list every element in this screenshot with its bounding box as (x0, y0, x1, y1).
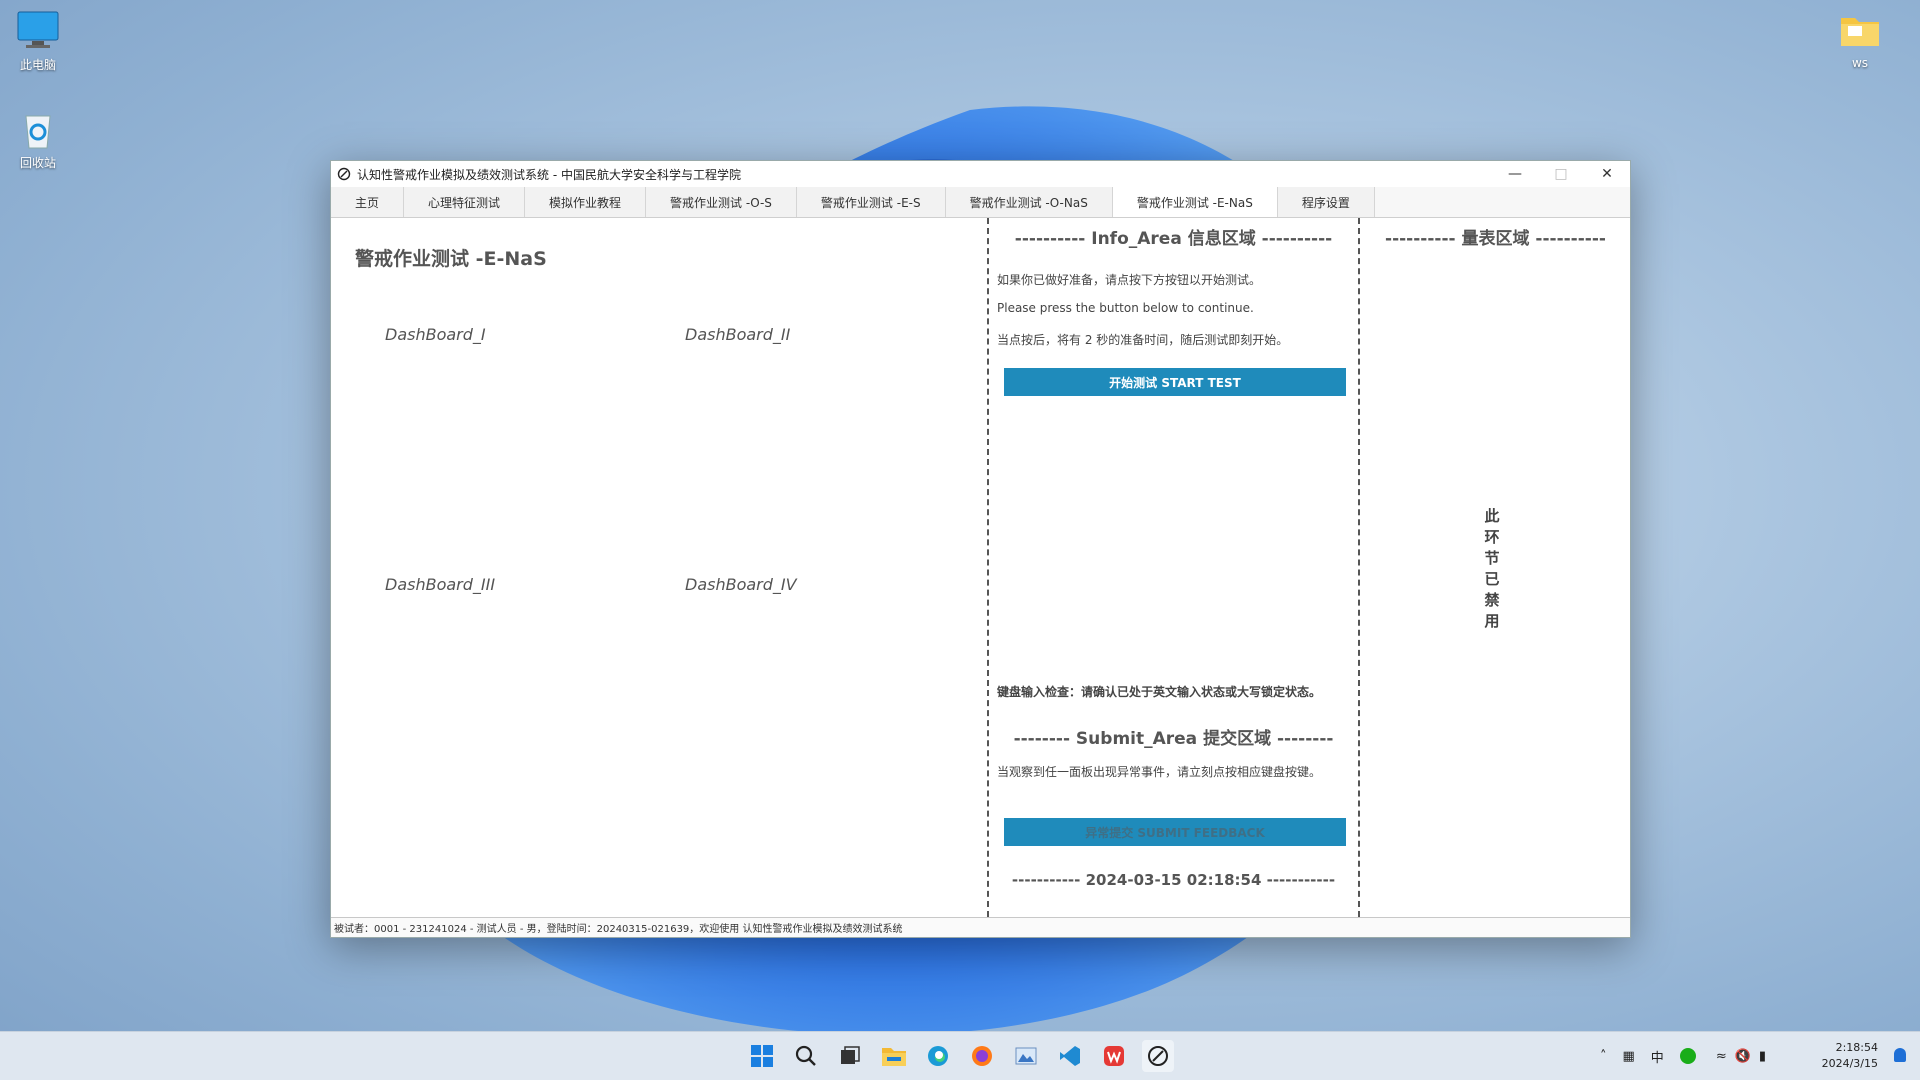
wechat-icon[interactable] (1679, 1048, 1696, 1064)
start-test-button[interactable]: 开始测试 START TEST (1004, 368, 1346, 396)
volume-muted-icon[interactable]: 🔇 (1735, 1049, 1751, 1064)
notification-bell-icon[interactable] (1894, 1048, 1906, 1062)
desktop-icon-label: 此电脑 (19, 58, 56, 72)
clock-time: 2:18:54 (1835, 1041, 1878, 1054)
tab-settings[interactable]: 程序设置 (1277, 187, 1375, 217)
info-line-1: 如果你已做好准备，请点按下方按钮以开始测试。 (997, 273, 1262, 287)
dashboard-4: DashBoard_IV (685, 575, 797, 594)
submit-instruction: 当观察到任一面板出现异常事件，请立刻点按相应键盘按键。 (997, 765, 1322, 779)
file-explorer-icon[interactable] (878, 1040, 910, 1072)
tab-e-s[interactable]: 警戒作业测试 -E-S (796, 187, 946, 217)
info-area: ---------- Info_Area 信息区域 ---------- 如果你… (987, 218, 1360, 917)
keyboard-check-text: 键盘输入检查：请确认已处于英文输入状态或大写锁定状态。 (997, 685, 1322, 699)
page-title: 警戒作业测试 -E-NaS (355, 248, 547, 270)
dashboard-3: DashBoard_III (385, 575, 496, 594)
input-indicator-icon[interactable]: ▦ (1623, 1049, 1635, 1064)
status-bar: 被试者：0001 - 231241024 - 测试人员 - 男，登陆时间：202… (331, 917, 1630, 937)
info-header: ---------- Info_Area 信息区域 ---------- (1014, 229, 1333, 249)
app-icon (337, 167, 351, 181)
maximize-icon[interactable]: □ (1538, 161, 1584, 187)
task-view-icon[interactable] (834, 1040, 866, 1072)
desktop-icon-this-pc[interactable]: 此电脑 (3, 8, 73, 73)
tab-o-s[interactable]: 警戒作业测试 -O-S (646, 187, 797, 217)
content-area: 警戒作业测试 -E-NaS DashBoard_I DashBoard_II D… (331, 218, 1630, 917)
disabled-notice: 此 环 节 已 禁 用 (1482, 506, 1502, 632)
desktop-icon-recycle-bin[interactable]: 回收站 (3, 106, 73, 171)
close-icon[interactable]: ✕ (1584, 161, 1630, 187)
monitor-icon (16, 8, 60, 52)
submit-header: -------- Submit_Area 提交区域 -------- (1013, 729, 1334, 749)
taskbar: ˄ ▦ 中 ≈ 🔇 ▮ 2:18:54 2024/3/15 (0, 1031, 1920, 1080)
vscode-icon[interactable] (1054, 1040, 1086, 1072)
info-line-2: Please press the button below to continu… (997, 301, 1254, 315)
app-window: 认知性警戒作业模拟及绩效测试系统 - 中国民航大学安全科学与工程学院 — □ ✕… (330, 160, 1631, 938)
desktop-icon-ws-folder[interactable]: ws (1825, 8, 1895, 70)
dashboard-area: 警戒作业测试 -E-NaS DashBoard_I DashBoard_II D… (331, 218, 986, 917)
system-tray: ˄ ▦ 中 ≈ 🔇 ▮ (1600, 1032, 1766, 1080)
dashboard-2: DashBoard_II (685, 325, 791, 344)
datetime-line: ----------- 2024-03-15 02:18:54 --------… (1011, 871, 1336, 889)
battery-icon[interactable]: ▮ (1759, 1049, 1766, 1064)
edge-icon[interactable] (922, 1040, 954, 1072)
start-icon[interactable] (746, 1040, 778, 1072)
info-line-3: 当点按后，将有 2 秒的准备时间，随后测试即刻开始。 (997, 333, 1289, 347)
clock-date: 2024/3/15 (1821, 1057, 1878, 1070)
chevron-up-icon[interactable]: ˄ (1600, 1049, 1607, 1064)
firefox-icon[interactable] (966, 1040, 998, 1072)
scale-area: ---------- 量表区域 ---------- 此 环 节 已 禁 用 (1362, 218, 1630, 917)
wps-icon[interactable] (1098, 1040, 1130, 1072)
search-icon[interactable] (790, 1040, 822, 1072)
tab-tutorial[interactable]: 模拟作业教程 (525, 187, 647, 217)
folder-icon (1838, 8, 1882, 52)
disabled-char: 环 (1484, 528, 1500, 546)
disabled-char: 已 (1484, 570, 1500, 588)
minimize-icon[interactable]: — (1492, 161, 1538, 187)
app-icon[interactable] (1142, 1040, 1174, 1072)
scale-header: ---------- 量表区域 ---------- (1385, 229, 1606, 249)
submit-feedback-button[interactable]: 异常提交 SUBMIT FEEDBACK (1004, 818, 1346, 846)
disabled-char: 用 (1484, 612, 1500, 630)
tab-bar: 主页 心理特征测试 模拟作业教程 警戒作业测试 -O-S 警戒作业测试 -E-S… (331, 187, 1630, 218)
photos-icon[interactable] (1010, 1040, 1042, 1072)
tab-home[interactable]: 主页 (331, 187, 405, 217)
disabled-char: 禁 (1484, 591, 1500, 609)
clock[interactable]: 2:18:54 2024/3/15 (1822, 1040, 1878, 1072)
ime-indicator[interactable]: 中 (1651, 1047, 1664, 1066)
desktop-icon-label: ws (1851, 56, 1869, 70)
wifi-icon[interactable]: ≈ (1716, 1049, 1727, 1064)
disabled-char: 此 (1484, 507, 1500, 525)
tab-o-nas[interactable]: 警戒作业测试 -O-NaS (945, 187, 1113, 217)
title-bar[interactable]: 认知性警戒作业模拟及绩效测试系统 - 中国民航大学安全科学与工程学院 — □ ✕ (331, 161, 1630, 187)
disabled-char: 节 (1484, 549, 1500, 567)
window-title: 认知性警戒作业模拟及绩效测试系统 - 中国民航大学安全科学与工程学院 (357, 167, 741, 182)
desktop-icon-label: 回收站 (19, 156, 56, 170)
dashboard-1: DashBoard_I (385, 325, 486, 344)
recycle-bin-icon (16, 106, 60, 150)
tab-psych-test[interactable]: 心理特征测试 (404, 187, 526, 217)
tab-e-nas[interactable]: 警戒作业测试 -E-NaS (1112, 187, 1278, 217)
